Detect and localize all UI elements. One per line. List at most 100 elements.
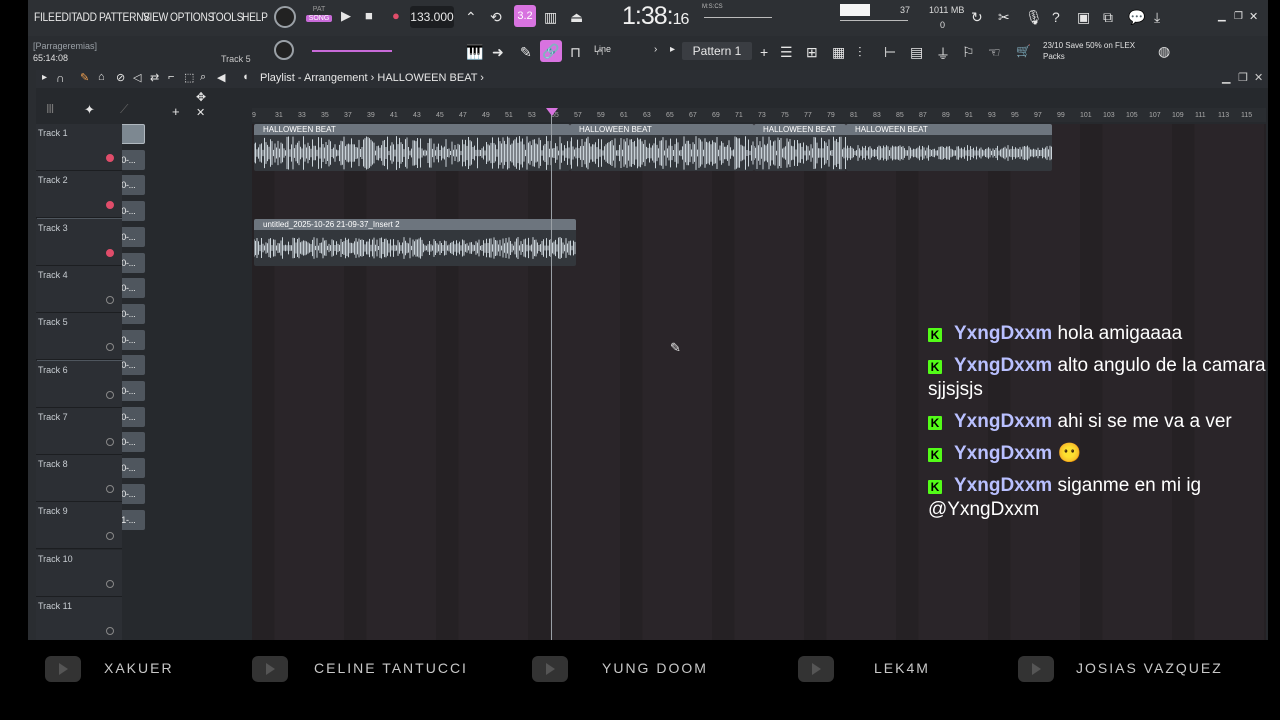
track-header[interactable]: Track 2 <box>36 171 122 219</box>
tempo-tapper-icon[interactable]: ⚐ <box>962 44 975 61</box>
link-icon[interactable]: 🔗 <box>540 40 562 62</box>
playlist-close-icon[interactable]: ✕ <box>1254 71 1263 84</box>
track-mute-led[interactable] <box>106 201 114 210</box>
plugin-picker-icon[interactable]: ⏚ <box>936 44 950 64</box>
picker-automation-icon[interactable]: ⟋ <box>120 102 128 117</box>
menu-edit[interactable]: EDIT <box>55 10 77 24</box>
plugin-icon[interactable]: ⧉ <box>1103 9 1113 26</box>
track-close-icon[interactable]: ✕ <box>196 106 205 119</box>
track-header[interactable]: Track 9 <box>36 502 122 550</box>
track-header[interactable]: Track 10 <box>36 549 122 597</box>
track-header[interactable]: Track 1 <box>36 124 122 171</box>
playlist-breadcrumb[interactable]: HALLOWEEN BEAT <box>377 72 477 84</box>
loop-record-icon[interactable]: ⟲ <box>490 9 502 26</box>
stamp-icon[interactable]: ⊓ <box>570 44 581 61</box>
picker-pattern-icon[interactable]: Ⅲ <box>46 102 54 116</box>
track-header[interactable]: Track 8 <box>36 455 122 503</box>
track-mute-led[interactable] <box>106 532 114 541</box>
shop-icon[interactable]: 🛒 <box>1016 44 1031 58</box>
blend-notes-icon[interactable]: ▥ <box>544 9 557 26</box>
master-volume-slider[interactable] <box>312 50 392 52</box>
playlist-delete-icon[interactable]: ⊘ <box>116 71 125 84</box>
playlist-magnet-icon[interactable]: ∩ <box>56 71 65 85</box>
playlist-restore-icon[interactable]: ❐ <box>1238 71 1248 84</box>
clip-insert-2[interactable]: untitled_2025-10-26 21-09-37_Insert 2 <box>254 219 576 266</box>
track-mute-led[interactable] <box>106 295 114 304</box>
download-icon[interactable]: ⤓ <box>1154 9 1160 26</box>
clip-halloween-1[interactable]: HALLOWEEN BEAT <box>254 124 570 171</box>
channel-rack-icon[interactable]: ⊞ <box>806 44 818 61</box>
chat-icon[interactable]: 💬 <box>1128 9 1145 26</box>
track-mute-led[interactable] <box>106 248 114 257</box>
picker-audio-icon[interactable]: ✦ <box>84 102 95 118</box>
routing-icon[interactable]: ⊢ <box>884 44 896 61</box>
pattern-selector[interactable]: Pattern 1 <box>682 42 752 60</box>
playlist-slice-icon[interactable]: ⌐ <box>168 71 174 83</box>
track-header[interactable]: Track 5 <box>36 313 122 361</box>
playlist-zoom-icon[interactable]: ⌕ <box>200 71 206 84</box>
playhead-marker[interactable] <box>546 108 558 116</box>
menu-file[interactable]: FILE <box>34 10 55 24</box>
menu-tools[interactable]: TOOLS <box>210 10 243 24</box>
track-header[interactable]: Track 4 <box>36 265 122 313</box>
clip-halloween-2[interactable]: HALLOWEEN BEAT <box>570 124 754 171</box>
clip-halloween-3[interactable]: HALLOWEEN BEAT <box>754 124 846 171</box>
clip-halloween-4[interactable]: HALLOWEEN BEAT <box>846 124 1052 171</box>
track-header[interactable]: Track 6 <box>36 360 122 408</box>
menu-help[interactable]: HELP <box>242 10 268 24</box>
mixer-icon[interactable]: ⫶ <box>858 44 862 61</box>
playlist-play-icon[interactable]: ◀ <box>217 71 225 84</box>
playhead-line[interactable] <box>551 108 552 640</box>
browser-icon[interactable]: ▤ <box>910 44 923 61</box>
track-mute-led[interactable] <box>106 579 114 588</box>
piano-roll-icon[interactable]: 🎹 <box>466 44 483 61</box>
track-mute-led[interactable] <box>106 390 114 399</box>
track-header[interactable]: Track 3 <box>36 218 122 266</box>
close-icon[interactable]: ✕ <box>1249 10 1258 23</box>
save-icon[interactable]: ▣ <box>1077 9 1090 26</box>
timeline-ruler[interactable]: 9 31 33 35 37 39 41 43 45 47 49 51 53 55 57 59 61 63 65 67 6… <box>252 108 1266 122</box>
track-mute-led[interactable] <box>106 437 114 446</box>
track-header[interactable]: Track 7 <box>36 407 122 455</box>
menu-add[interactable]: ADD <box>76 10 97 24</box>
add-pattern-icon[interactable]: + <box>760 44 768 60</box>
playlist-icon[interactable]: ☰ <box>780 44 793 61</box>
arrow-icon[interactable]: ➜ <box>492 44 504 61</box>
refresh-icon[interactable]: ↻ <box>971 9 983 26</box>
track-mute-led[interactable] <box>106 485 114 494</box>
menu-view[interactable]: VIEW <box>143 10 168 24</box>
news-promo[interactable]: 23/10 Save 50% on FLEX Packs <box>1043 40 1135 62</box>
menu-options[interactable]: OPTIONS <box>170 10 214 24</box>
pattern-prev-icon[interactable]: ▸ <box>670 44 675 55</box>
track-mute-led[interactable] <box>106 627 114 635</box>
playlist-mute-icon[interactable]: ◁ <box>133 71 141 84</box>
microphone-icon[interactable]: 🎙 <box>1025 9 1043 26</box>
playlist-minimize-icon[interactable]: ▁ <box>1222 71 1230 84</box>
playlist-pencil-icon[interactable]: ✎ <box>80 71 89 84</box>
touch-controller-icon[interactable]: ☜ <box>988 44 1001 61</box>
minimize-icon[interactable]: ▁ <box>1218 11 1226 22</box>
draw-tool-icon[interactable]: ✎ <box>520 44 532 61</box>
stop-icon[interactable]: ■ <box>365 8 373 23</box>
snap-chevron-icon[interactable]: › <box>654 44 657 55</box>
track-header[interactable]: Track 11 <box>36 597 122 640</box>
restore-icon[interactable]: ❐ <box>1234 11 1243 22</box>
grid-icon[interactable]: ▦ <box>832 44 845 61</box>
tempo-display[interactable]: 133.000 <box>410 6 454 28</box>
step-edit-icon[interactable]: 3.2 <box>514 5 536 27</box>
track-mute-led[interactable] <box>106 343 114 352</box>
master-volume-knob[interactable] <box>274 6 296 28</box>
tools-icon[interactable]: ✂ <box>998 9 1010 26</box>
snap-select[interactable]: Line <box>594 44 611 54</box>
playlist-speaker-icon[interactable]: ◖ <box>242 71 249 83</box>
pat-song-toggle[interactable]: PAT SONG <box>306 6 332 30</box>
track-resize-icon[interactable]: ✥ <box>196 90 206 104</box>
playlist-slip-icon[interactable]: ⇄ <box>150 71 159 84</box>
playlist-brush-icon[interactable]: ⌂ <box>98 71 105 83</box>
wait-input-icon[interactable]: ⏏ <box>570 9 583 26</box>
play-icon[interactable]: ▶ <box>341 8 351 24</box>
master-pitch-knob[interactable] <box>274 40 294 60</box>
track-mute-led[interactable] <box>106 154 114 162</box>
help-icon[interactable]: ? <box>1052 9 1060 25</box>
playlist-menu-icon[interactable]: ▸ <box>42 72 47 83</box>
